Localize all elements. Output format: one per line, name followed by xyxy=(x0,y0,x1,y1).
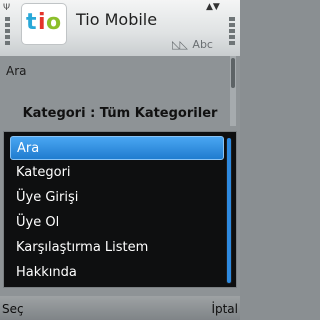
menu-item-karsilastirma-listem[interactable]: Karşılaştırma Listem xyxy=(10,236,224,260)
title-bar: Ψ t i o Tio Mobile ▲▼ ◺◺ Abc xyxy=(0,0,240,56)
menu-scrollbar-thumb[interactable] xyxy=(227,138,231,283)
input-mode-icon: ◺◺ xyxy=(172,38,188,51)
softkey-bar xyxy=(0,296,240,320)
signal-strength-icon: Ψ xyxy=(3,3,13,47)
category-header: Kategori : Tüm Kategoriler xyxy=(22,106,218,121)
options-menu: Ara Kategori Üye Girişi Üye Ol Karşılaşt… xyxy=(3,131,237,288)
menu-item-ara[interactable]: Ara xyxy=(10,136,224,160)
select-softkey[interactable]: Seç xyxy=(2,302,24,316)
cancel-softkey[interactable]: İptal xyxy=(211,302,238,316)
app-logo: t i o xyxy=(22,4,66,44)
menu-item-kategori[interactable]: Kategori xyxy=(10,161,224,185)
app-title: Tio Mobile xyxy=(76,10,158,29)
menu-item-hakkinda[interactable]: Hakkında xyxy=(10,261,224,285)
battery-icon xyxy=(227,3,237,53)
content-scrollbar-thumb[interactable] xyxy=(231,58,235,88)
input-mode-indicator: ◺◺ Abc xyxy=(172,38,213,51)
search-label[interactable]: Ara xyxy=(6,64,27,78)
menu-item-uye-ol[interactable]: Üye Ol xyxy=(10,211,224,235)
menu-item-uye-girisi[interactable]: Üye Girişi xyxy=(10,186,224,210)
network-icon: ▲▼ xyxy=(206,2,220,12)
phone-screen: Ψ t i o Tio Mobile ▲▼ ◺◺ Abc Ara Kategor… xyxy=(0,0,240,320)
